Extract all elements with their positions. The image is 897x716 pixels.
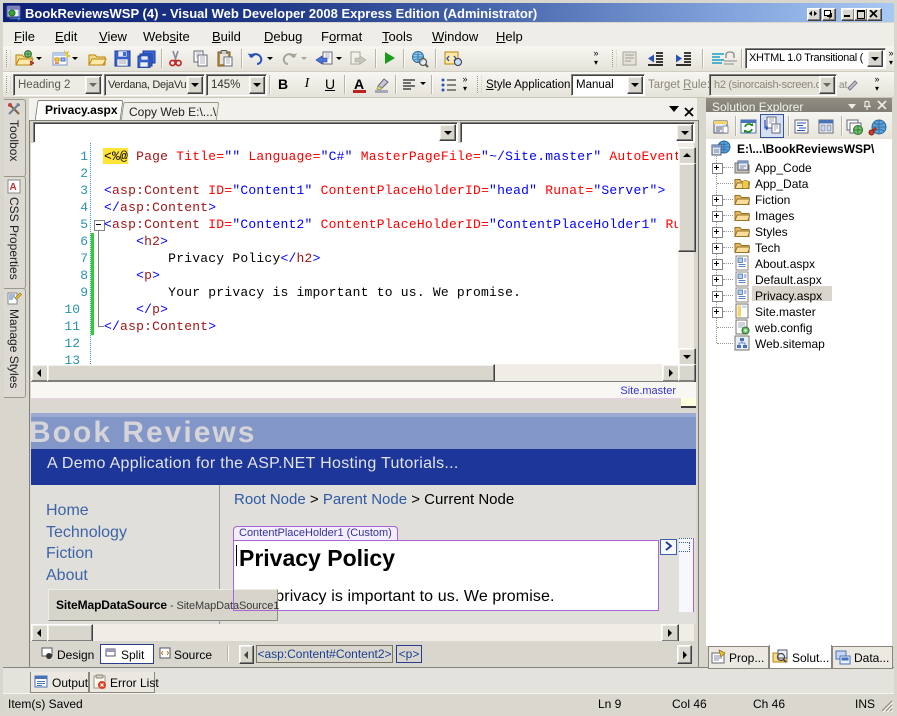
svg-text:at: at — [839, 80, 848, 91]
svg-text:A: A — [10, 182, 17, 193]
